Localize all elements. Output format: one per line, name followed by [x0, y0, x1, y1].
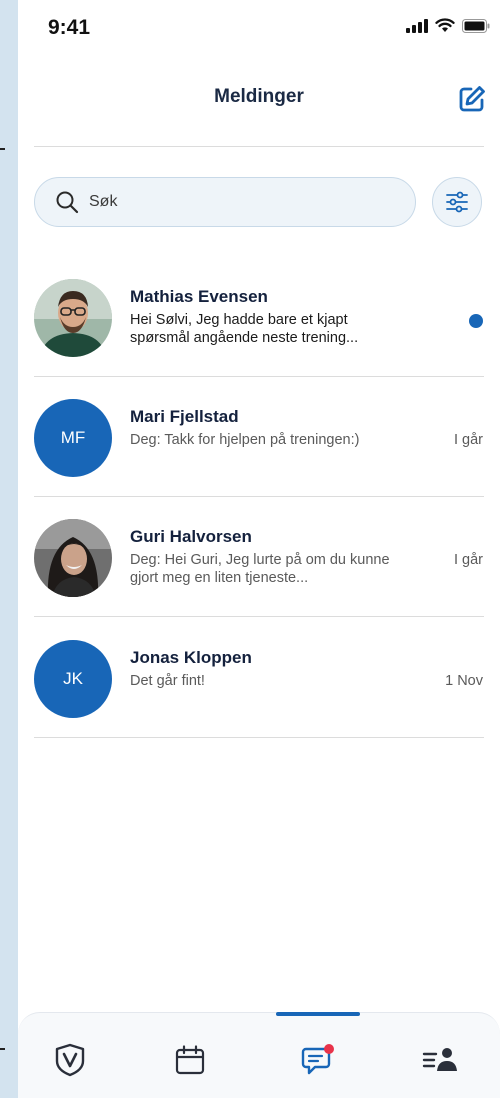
wifi-icon — [435, 18, 455, 32]
compose-icon[interactable] — [457, 84, 487, 114]
contact-name: Mari Fjellstad — [130, 407, 239, 426]
filter-button[interactable] — [432, 177, 482, 227]
status-icons — [406, 18, 490, 33]
home-v-icon — [55, 1043, 85, 1077]
tab-members[interactable] — [420, 1040, 460, 1080]
avatar — [34, 519, 112, 597]
message-time: 1 Nov — [445, 673, 483, 689]
unread-indicator — [469, 314, 483, 328]
message-preview: Deg: Hei Guri, Jeg lurte på om du kunne … — [130, 552, 390, 586]
battery-icon — [462, 18, 490, 33]
conversation-row[interactable]: Mathias Evensen Hei Sølvi, Jeg hadde bar… — [18, 259, 500, 377]
phone-screen: 9:41 Meldinger Søk Mathias Evensen Hei S… — [18, 0, 500, 1098]
row-divider — [34, 616, 484, 617]
tab-calendar[interactable] — [170, 1040, 210, 1080]
tab-messages[interactable] — [298, 1040, 338, 1080]
message-time: I går — [453, 552, 483, 568]
members-icon — [422, 1048, 457, 1071]
conversation-row[interactable]: Guri Halvorsen Deg: Hei Guri, Jeg lurte … — [18, 499, 500, 617]
row-divider — [34, 496, 484, 497]
messages-icon — [301, 1044, 334, 1075]
avatar — [34, 279, 112, 357]
edge-tick — [0, 148, 5, 150]
edge-tick — [0, 1048, 5, 1050]
notification-badge — [324, 1044, 334, 1054]
page-title: Meldinger — [214, 86, 304, 107]
status-time: 9:41 — [48, 16, 91, 39]
filter-sliders-icon — [446, 191, 468, 213]
search-icon — [56, 191, 79, 214]
contact-name: Jonas Kloppen — [130, 648, 252, 667]
calendar-icon — [175, 1045, 205, 1075]
tab-home[interactable] — [50, 1040, 90, 1080]
row-divider — [34, 376, 484, 377]
header-divider — [34, 146, 484, 147]
message-time: I går — [453, 432, 483, 448]
search-input[interactable] — [87, 192, 391, 212]
message-preview: Hei Sølvi, Jeg hadde bare et kjapt spørs… — [130, 312, 359, 346]
active-tab-indicator — [276, 1012, 360, 1016]
avatar-initials: JK — [34, 640, 112, 718]
contact-name: Mathias Evensen — [130, 287, 268, 306]
signal-icon — [406, 18, 428, 33]
avatar-initials: MF — [34, 399, 112, 477]
conversation-row[interactable]: MF Mari Fjellstad Deg: Takk for hjelpen … — [18, 379, 500, 497]
message-preview: Det går fint! — [130, 673, 205, 689]
row-divider — [34, 737, 484, 738]
message-preview: Deg: Takk for hjelpen på treningen:) — [130, 432, 360, 448]
search-bar[interactable] — [34, 177, 416, 227]
contact-name: Guri Halvorsen — [130, 527, 252, 546]
conversation-row[interactable]: JK Jonas Kloppen Det går fint! 1 Nov — [18, 620, 500, 738]
